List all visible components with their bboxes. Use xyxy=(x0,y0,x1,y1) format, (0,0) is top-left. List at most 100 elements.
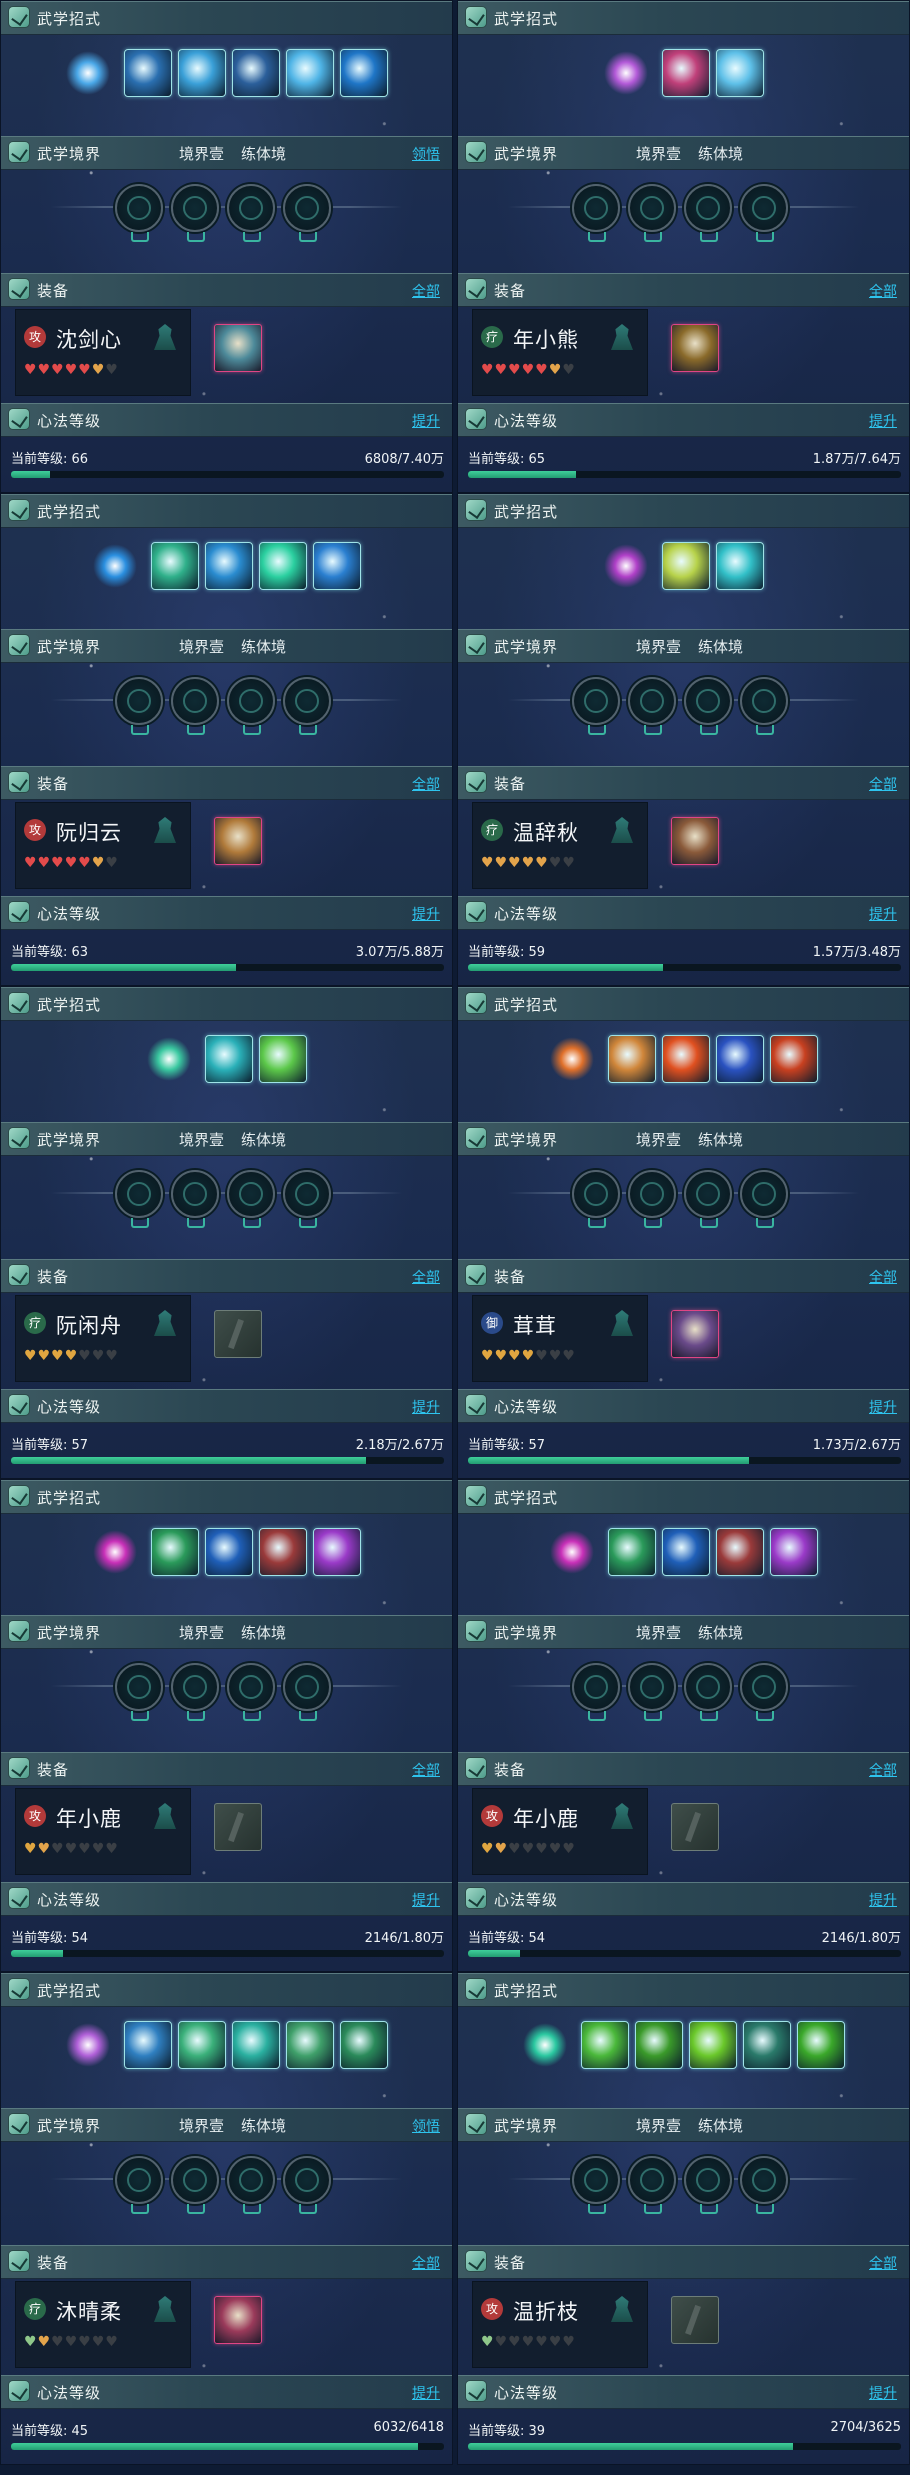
character-panel[interactable]: 疗 温辞秋 ♥♥♥♥♥♥♥ xyxy=(472,802,648,889)
skill-orb-icon[interactable] xyxy=(549,1037,594,1081)
realm-node[interactable] xyxy=(170,1663,219,1721)
realm-node[interactable] xyxy=(226,677,275,735)
realm-node[interactable] xyxy=(683,677,732,735)
equipment-slot[interactable] xyxy=(214,2296,262,2344)
skill-icon[interactable] xyxy=(204,1035,253,1083)
realm-node[interactable] xyxy=(683,184,732,242)
comprehend-link[interactable]: 领悟 xyxy=(412,2116,440,2136)
skill-icon[interactable] xyxy=(285,2021,334,2069)
skill-icon[interactable] xyxy=(769,1035,818,1083)
upgrade-link[interactable]: 提升 xyxy=(869,2383,897,2403)
skill-orb-icon[interactable] xyxy=(92,1530,137,1574)
skill-icon[interactable] xyxy=(177,2021,226,2069)
realm-node[interactable] xyxy=(170,677,219,735)
upgrade-link[interactable]: 提升 xyxy=(412,1397,440,1417)
realm-node[interactable] xyxy=(627,1663,676,1721)
all-link[interactable]: 全部 xyxy=(869,281,897,301)
skill-icon[interactable] xyxy=(312,1528,361,1576)
all-link[interactable]: 全部 xyxy=(869,1267,897,1287)
skill-orb-icon[interactable] xyxy=(549,1530,594,1574)
realm-node[interactable] xyxy=(170,2156,219,2214)
skill-icon[interactable] xyxy=(580,2021,629,2069)
upgrade-link[interactable]: 提升 xyxy=(869,1397,897,1417)
skill-icon[interactable] xyxy=(715,1035,764,1083)
realm-node[interactable] xyxy=(282,2156,331,2214)
character-panel[interactable]: 疗 沐晴柔 ♥♥♥♥♥♥♥ xyxy=(15,2281,191,2368)
realm-node[interactable] xyxy=(114,1170,163,1228)
equipment-slot[interactable] xyxy=(671,1803,719,1851)
character-panel[interactable]: 疗 年小熊 ♥♥♥♥♥♥♥ xyxy=(472,309,648,396)
skill-icon[interactable] xyxy=(150,542,199,590)
skill-icon[interactable] xyxy=(661,1035,710,1083)
upgrade-link[interactable]: 提升 xyxy=(869,1890,897,1910)
all-link[interactable]: 全部 xyxy=(412,774,440,794)
skill-icon[interactable] xyxy=(661,49,710,97)
skill-icon[interactable] xyxy=(258,542,307,590)
skill-icon[interactable] xyxy=(796,2021,845,2069)
all-link[interactable]: 全部 xyxy=(412,1267,440,1287)
realm-node[interactable] xyxy=(739,1170,788,1228)
skill-icon[interactable] xyxy=(715,49,764,97)
realm-node[interactable] xyxy=(571,184,620,242)
all-link[interactable]: 全部 xyxy=(412,1760,440,1780)
realm-node[interactable] xyxy=(226,1663,275,1721)
character-panel[interactable]: 御 茸茸 ♥♥♥♥♥♥♥ xyxy=(472,1295,648,1382)
skill-icon[interactable] xyxy=(123,2021,172,2069)
upgrade-link[interactable]: 提升 xyxy=(869,904,897,924)
skill-icon[interactable] xyxy=(607,1035,656,1083)
realm-node[interactable] xyxy=(571,2156,620,2214)
realm-node[interactable] xyxy=(571,1170,620,1228)
all-link[interactable]: 全部 xyxy=(869,1760,897,1780)
realm-node[interactable] xyxy=(282,677,331,735)
character-panel[interactable]: 攻 年小鹿 ♥♥♥♥♥♥♥ xyxy=(472,1788,648,1875)
realm-node[interactable] xyxy=(739,677,788,735)
character-panel[interactable]: 攻 年小鹿 ♥♥♥♥♥♥♥ xyxy=(15,1788,191,1875)
all-link[interactable]: 全部 xyxy=(869,774,897,794)
skill-icon[interactable] xyxy=(204,542,253,590)
realm-node[interactable] xyxy=(683,1663,732,1721)
realm-node[interactable] xyxy=(170,1170,219,1228)
skill-icon[interactable] xyxy=(688,2021,737,2069)
skill-icon[interactable] xyxy=(715,542,764,590)
skill-icon[interactable] xyxy=(231,2021,280,2069)
skill-orb-icon[interactable] xyxy=(146,1037,191,1081)
skill-orb-icon[interactable] xyxy=(65,2023,110,2067)
character-panel[interactable]: 攻 温折枝 ♥♥♥♥♥♥♥ xyxy=(472,2281,648,2368)
skill-orb-icon[interactable] xyxy=(603,51,648,95)
skill-icon[interactable] xyxy=(661,542,710,590)
upgrade-link[interactable]: 提升 xyxy=(412,411,440,431)
realm-node[interactable] xyxy=(627,1170,676,1228)
realm-node[interactable] xyxy=(282,1663,331,1721)
realm-node[interactable] xyxy=(627,2156,676,2214)
comprehend-link[interactable]: 领悟 xyxy=(412,144,440,164)
skill-icon[interactable] xyxy=(150,1528,199,1576)
skill-icon[interactable] xyxy=(258,1528,307,1576)
all-link[interactable]: 全部 xyxy=(869,2253,897,2273)
upgrade-link[interactable]: 提升 xyxy=(869,411,897,431)
skill-orb-icon[interactable] xyxy=(522,2023,567,2067)
realm-node[interactable] xyxy=(114,1663,163,1721)
realm-node[interactable] xyxy=(571,1663,620,1721)
equipment-slot[interactable] xyxy=(671,324,719,372)
skill-orb-icon[interactable] xyxy=(92,544,137,588)
skill-icon[interactable] xyxy=(312,542,361,590)
skill-icon[interactable] xyxy=(661,1528,710,1576)
upgrade-link[interactable]: 提升 xyxy=(412,2383,440,2403)
skill-icon[interactable] xyxy=(258,1035,307,1083)
realm-node[interactable] xyxy=(226,2156,275,2214)
realm-node[interactable] xyxy=(226,1170,275,1228)
realm-node[interactable] xyxy=(627,677,676,735)
all-link[interactable]: 全部 xyxy=(412,2253,440,2273)
skill-icon[interactable] xyxy=(339,49,388,97)
skill-icon[interactable] xyxy=(769,1528,818,1576)
skill-icon[interactable] xyxy=(177,49,226,97)
skill-icon[interactable] xyxy=(634,2021,683,2069)
realm-node[interactable] xyxy=(114,677,163,735)
skill-orb-icon[interactable] xyxy=(65,51,110,95)
skill-orb-icon[interactable] xyxy=(603,544,648,588)
equipment-slot[interactable] xyxy=(671,2296,719,2344)
realm-node[interactable] xyxy=(114,184,163,242)
skill-icon[interactable] xyxy=(285,49,334,97)
equipment-slot[interactable] xyxy=(214,324,262,372)
skill-icon[interactable] xyxy=(204,1528,253,1576)
